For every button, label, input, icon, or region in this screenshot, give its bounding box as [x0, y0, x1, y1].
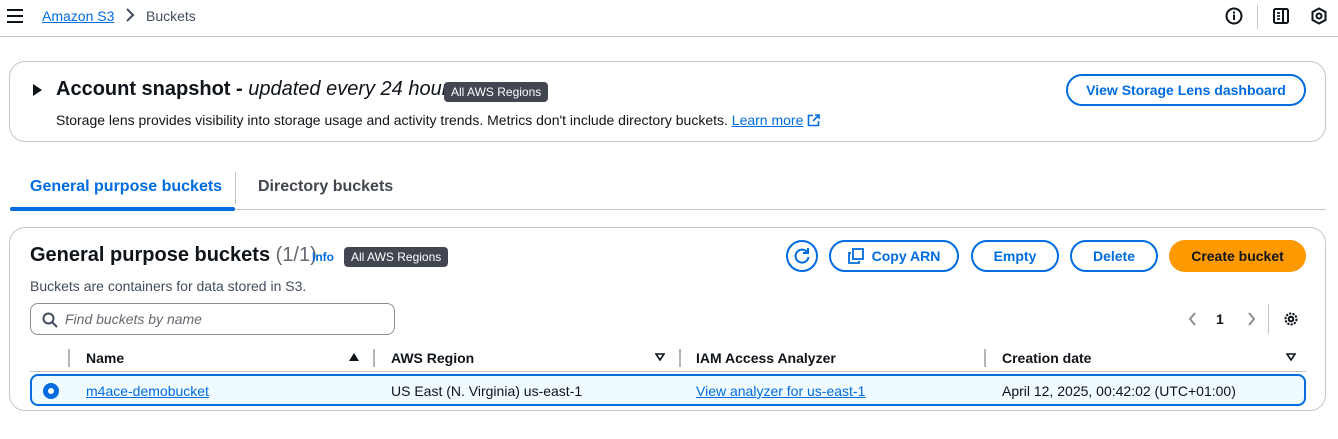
refresh-button[interactable]	[786, 240, 818, 272]
table-header: Name AWS Region IAM Access Analyzer Crea…	[30, 346, 1306, 372]
create-bucket-button[interactable]: Create bucket	[1169, 240, 1306, 272]
refresh-icon	[794, 248, 810, 264]
bucket-name-link[interactable]: m4ace-demobucket	[86, 383, 209, 399]
column-divider	[68, 349, 70, 367]
bucket-type-tabs: General purpose buckets Directory bucket…	[10, 170, 1326, 211]
copy-arn-button[interactable]: Copy ARN	[829, 240, 959, 272]
tab-directory-buckets[interactable]: Directory buckets	[258, 178, 393, 196]
view-storage-lens-button[interactable]: View Storage Lens dashboard	[1066, 74, 1306, 106]
bucket-count: (1/1)	[275, 244, 317, 266]
regions-badge: All AWS Regions	[444, 82, 549, 102]
previous-page-icon[interactable]	[1187, 312, 1199, 326]
learn-more-link[interactable]: Learn more	[732, 112, 804, 128]
search-field[interactable]	[30, 303, 395, 335]
settings-shield-icon[interactable]	[1310, 7, 1328, 25]
column-divider	[679, 349, 681, 367]
column-iam-header[interactable]: IAM Access Analyzer	[696, 350, 836, 366]
sort-descending-icon[interactable]	[1286, 353, 1296, 361]
regions-badge: All AWS Regions	[344, 247, 449, 267]
search-icon	[42, 312, 58, 328]
snapshot-update-note: updated every 24 hours	[248, 78, 459, 100]
column-created-header[interactable]: Creation date	[1002, 350, 1091, 366]
row-select-radio[interactable]	[43, 383, 59, 399]
chevron-right-icon	[126, 8, 135, 22]
active-tab-indicator	[10, 207, 235, 211]
breadcrumb-buckets: Buckets	[146, 8, 196, 24]
next-page-icon[interactable]	[1245, 312, 1257, 326]
pager-divider	[1268, 304, 1269, 334]
tab-divider	[235, 172, 236, 204]
topbar-divider	[1257, 5, 1258, 29]
bucket-region: US East (N. Virginia) us-east-1	[391, 383, 583, 399]
external-link-icon[interactable]	[807, 114, 821, 127]
expand-caret-icon[interactable]	[33, 84, 42, 96]
table-row[interactable]: m4ace-demobucket US East (N. Virginia) u…	[30, 374, 1306, 406]
search-input[interactable]	[65, 308, 385, 330]
current-page[interactable]: 1	[1216, 311, 1224, 327]
creation-date: April 12, 2025, 00:42:02 (UTC+01:00)	[1002, 383, 1236, 399]
account-snapshot-panel: Account snapshot - updated every 24 hour…	[9, 61, 1326, 142]
tab-general-purpose-buckets[interactable]: General purpose buckets	[30, 178, 222, 196]
iam-analyzer-link[interactable]: View analyzer for us-east-1	[696, 383, 865, 399]
buckets-description: Buckets are containers for data stored i…	[30, 278, 307, 294]
account-snapshot-title[interactable]: Account snapshot - updated every 24 hour…	[56, 78, 458, 101]
gear-icon[interactable]	[1282, 310, 1300, 328]
menu-icon[interactable]	[7, 9, 23, 23]
info-icon[interactable]	[1225, 7, 1243, 25]
copy-icon	[847, 248, 864, 264]
breadcrumb-amazon-s3[interactable]: Amazon S3	[42, 8, 114, 24]
sort-descending-icon[interactable]	[655, 353, 665, 361]
empty-button[interactable]: Empty	[971, 240, 1059, 272]
sort-ascending-icon[interactable]	[349, 353, 359, 361]
delete-button[interactable]: Delete	[1070, 240, 1158, 272]
general-purpose-buckets-panel: General purpose buckets (1/1) Info All A…	[9, 227, 1326, 411]
snapshot-description: Storage lens provides visibility into st…	[56, 112, 821, 128]
info-link[interactable]: Info	[312, 250, 334, 264]
top-bar: Amazon S3 Buckets	[0, 0, 1338, 37]
column-region-header[interactable]: AWS Region	[391, 350, 474, 366]
buckets-title: General purpose buckets (1/1)	[30, 244, 317, 266]
notifications-panel-icon[interactable]	[1272, 7, 1290, 25]
column-divider	[984, 349, 986, 367]
column-name-header[interactable]: Name	[86, 350, 124, 366]
column-divider	[373, 349, 375, 367]
